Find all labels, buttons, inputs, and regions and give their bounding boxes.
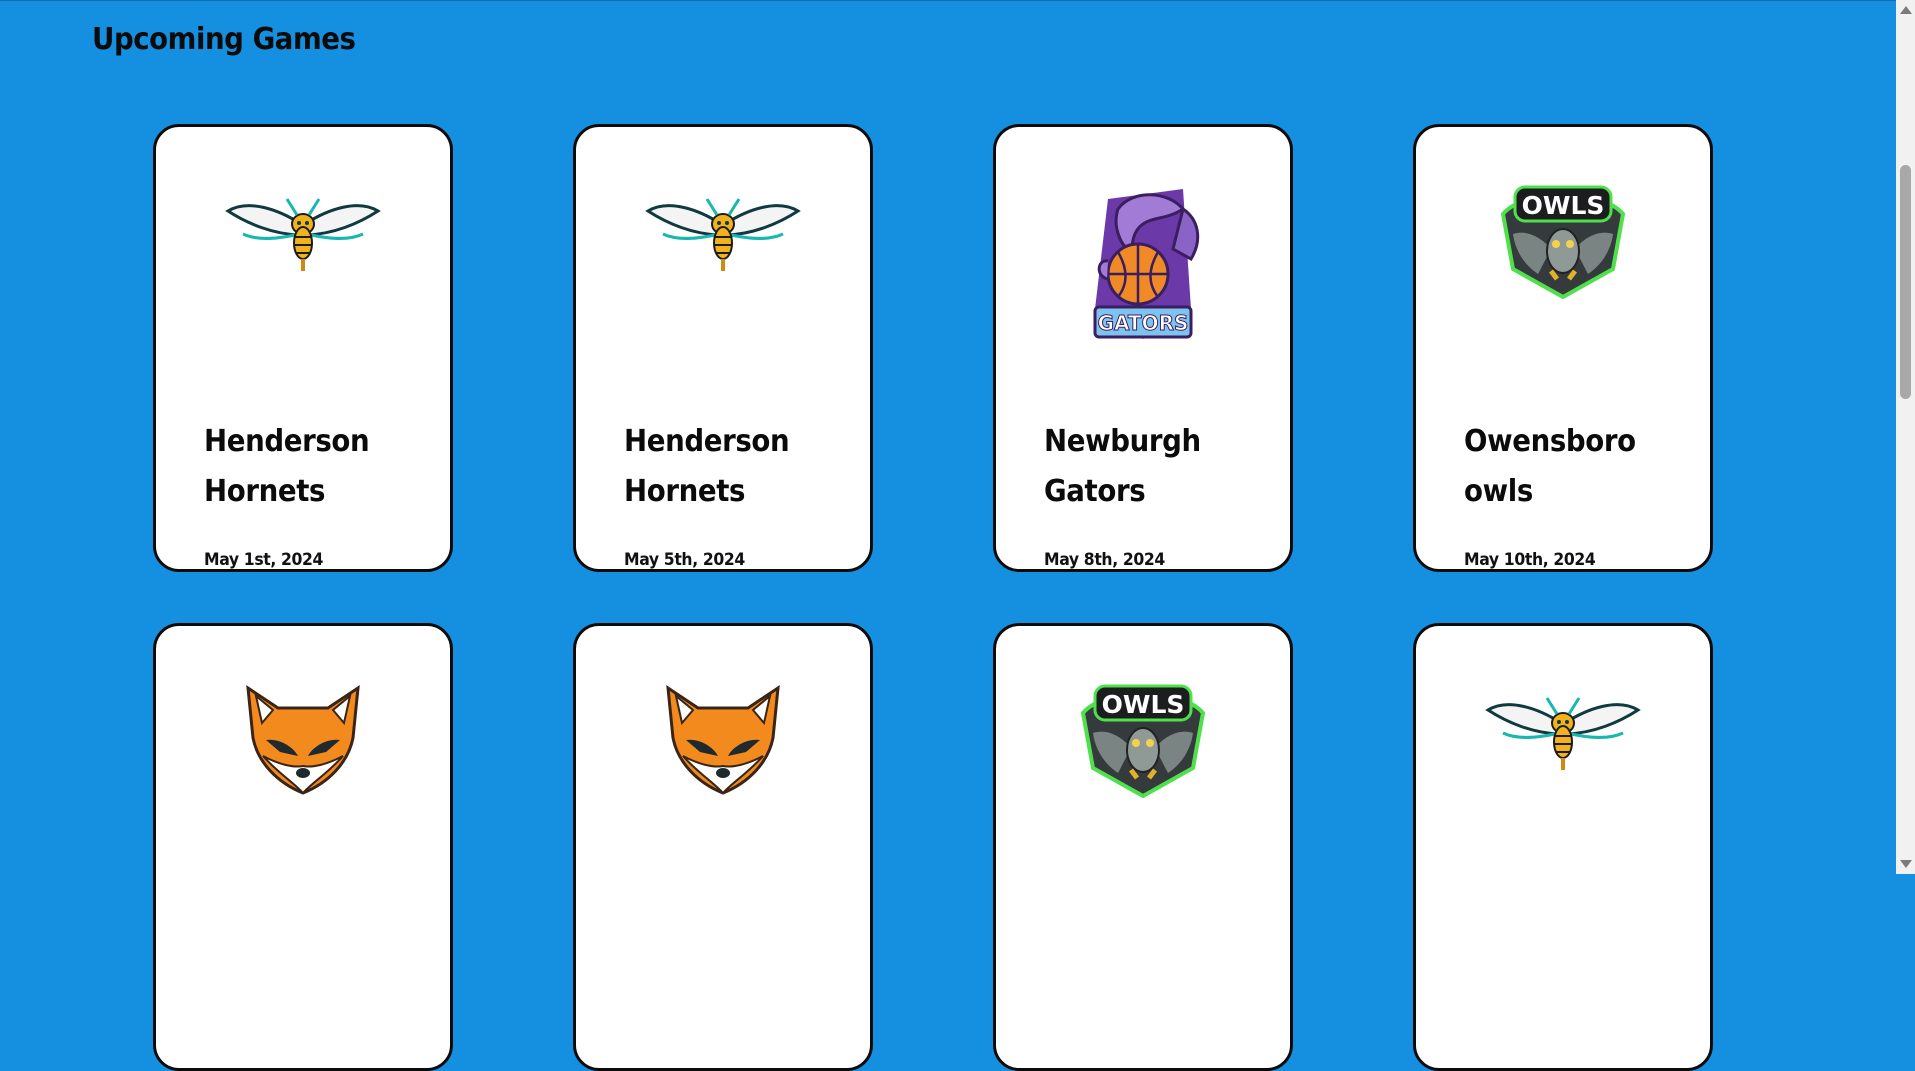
- fox-icon: [576, 678, 870, 848]
- owl-icon: OWLS: [1416, 179, 1710, 349]
- gator-badge-text: GATORS: [1098, 311, 1189, 335]
- hornet-icon: [156, 179, 450, 349]
- game-card[interactable]: OWLS Owensboro owls May 10th, 2024: [1413, 124, 1713, 572]
- game-date: May 5th, 2024: [624, 550, 745, 570]
- hornet-icon: [576, 179, 870, 349]
- owl-badge-text: OWLS: [1522, 191, 1605, 220]
- game-date: May 1st, 2024: [204, 550, 324, 570]
- game-date: May 8th, 2024: [1044, 550, 1165, 570]
- owl-icon: OWLS: [996, 678, 1290, 848]
- game-card[interactable]: Henderson Hornets May 1st, 2024: [153, 124, 453, 572]
- game-card[interactable]: [1413, 623, 1713, 1071]
- team-name: Henderson Hornets: [204, 424, 370, 509]
- gator-icon: GATORS: [996, 179, 1290, 349]
- owl-badge-text: OWLS: [1102, 690, 1185, 719]
- game-date: May 10th, 2024: [1464, 550, 1596, 570]
- scroll-down-icon[interactable]: [1900, 860, 1912, 868]
- team-name: Henderson Hornets: [624, 424, 790, 509]
- scroll-thumb[interactable]: [1900, 165, 1911, 399]
- game-card[interactable]: GATORS Newburgh Gators May 8th, 2024: [993, 124, 1293, 572]
- game-card[interactable]: OWLS: [993, 623, 1293, 1071]
- games-grid: Henderson Hornets May 1st, 2024 Henderso…: [0, 0, 1896, 1071]
- game-card[interactable]: [153, 623, 453, 1071]
- scroll-up-icon[interactable]: [1900, 6, 1912, 14]
- fox-icon: [156, 678, 450, 848]
- team-name: Owensboro owls: [1464, 424, 1636, 509]
- game-card[interactable]: [573, 623, 873, 1071]
- hornet-icon: [1416, 678, 1710, 848]
- vertical-scrollbar[interactable]: [1896, 0, 1915, 874]
- team-name: Newburgh Gators: [1044, 424, 1201, 509]
- game-card[interactable]: Henderson Hornets May 5th, 2024: [573, 124, 873, 572]
